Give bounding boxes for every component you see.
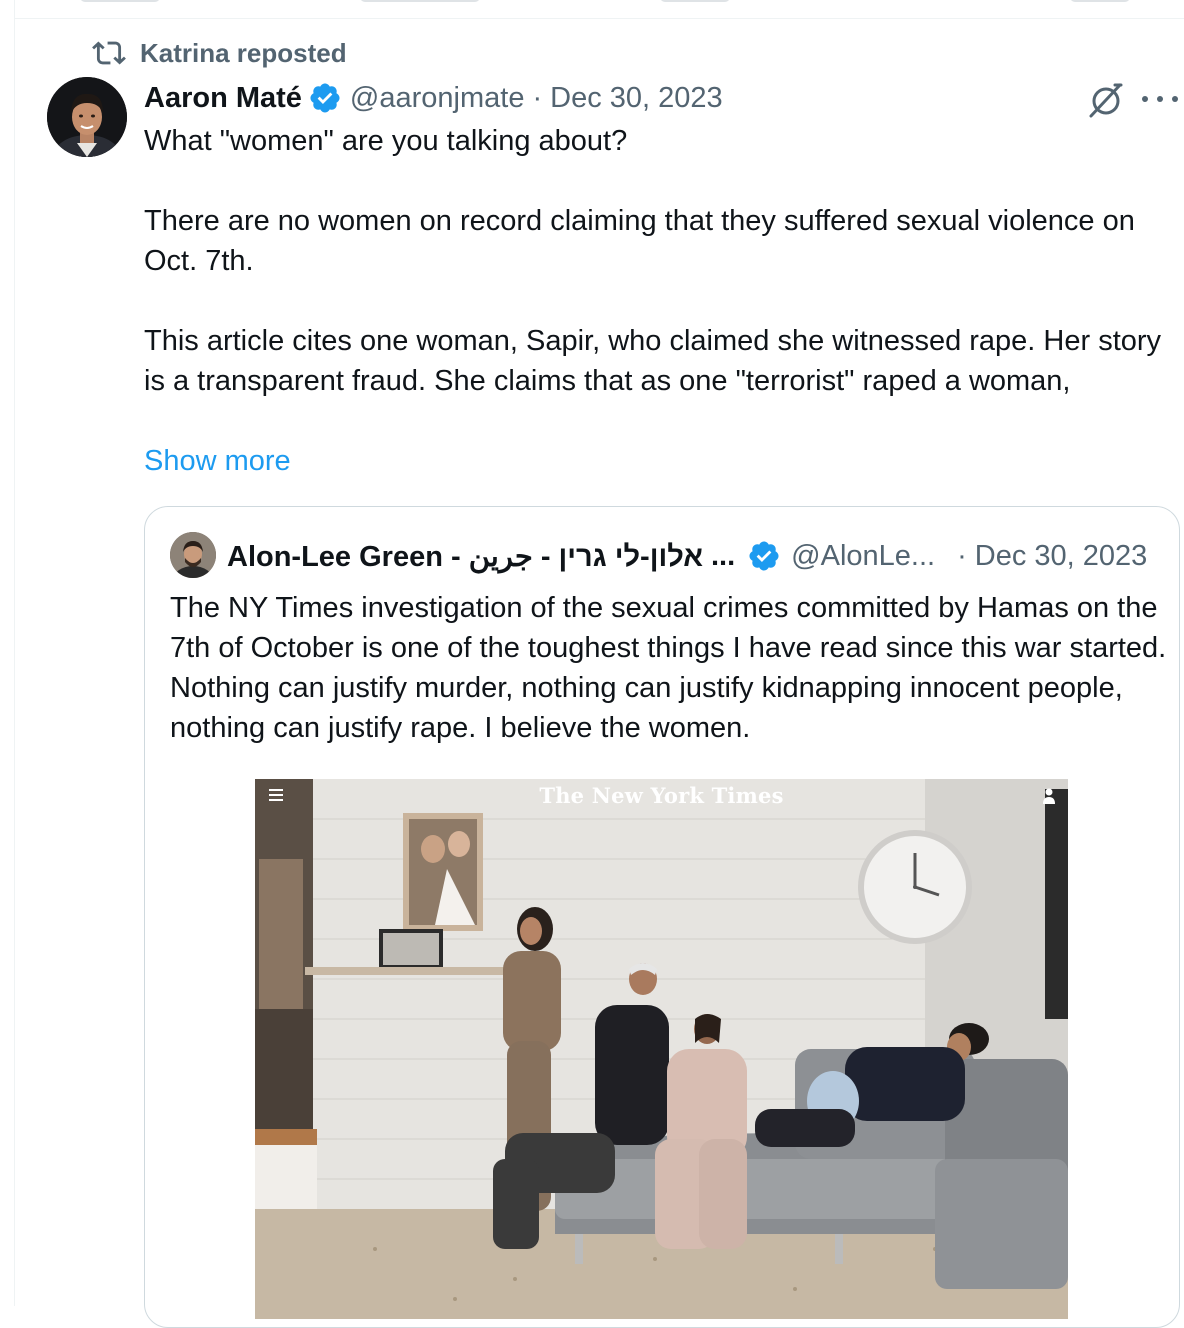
tweet-body: What "women" are you talking about? Ther… <box>144 121 1174 401</box>
quoted-tweet-body: The NY Times investigation of the sexual… <box>170 592 1167 744</box>
nyt-photo-illustration <box>255 779 1068 1319</box>
header-separator: · <box>532 81 543 114</box>
repost-label: Katrina reposted <box>140 37 347 68</box>
timeline-left-border <box>14 0 15 1306</box>
tweet-paragraph: What "women" are you talking about? <box>144 125 628 157</box>
tweet-paragraph: There are no women on record claiming th… <box>144 205 1135 277</box>
previous-tweet-remnant <box>60 0 1184 6</box>
more-options-icon[interactable] <box>1142 84 1178 114</box>
author-handle[interactable]: @aaronjmate <box>350 82 525 115</box>
verified-badge-icon[interactable] <box>747 539 781 573</box>
author-avatar[interactable] <box>47 77 127 157</box>
quoted-author-handle[interactable]: @AlonLe... <box>791 540 935 573</box>
quoted-name-ellipsis: ... <box>710 539 736 572</box>
user-icon <box>1043 788 1055 804</box>
quoted-header-separator: · <box>957 539 967 572</box>
quoted-tweet-card[interactable]: Alon-Lee Green - אלון-לי גרין - جرين ...… <box>144 506 1180 1328</box>
tweet-divider <box>14 18 1184 19</box>
repost-icon <box>92 41 126 65</box>
quoted-author-avatar-image <box>170 532 216 578</box>
tweet-paragraph: This article cites one woman, Sapir, who… <box>144 325 1162 397</box>
show-more-link[interactable]: Show more <box>144 441 291 481</box>
author-avatar-image <box>47 77 127 157</box>
author-name[interactable]: Aaron Maté <box>144 82 302 115</box>
tweet-header: Aaron Maté @aaronjmate · Dec 30, 2023 <box>144 78 723 118</box>
nyt-masthead: The New York Times <box>539 783 784 808</box>
quoted-tweet-header: Alon-Lee Green - אלון-לי גרין - جرين ...… <box>227 535 1167 577</box>
tweet-date[interactable]: Dec 30, 2023 <box>550 82 723 115</box>
verified-badge-icon[interactable] <box>308 81 342 115</box>
quoted-author-avatar[interactable] <box>170 532 216 578</box>
grok-icon[interactable] <box>1086 80 1126 120</box>
repost-indicator[interactable]: Katrina reposted <box>92 36 347 70</box>
quoted-tweet-image[interactable]: The New York Times <box>255 779 1068 1319</box>
quoted-author-name[interactable]: Alon-Lee Green - אלון-לי גרין - جرين <box>227 539 703 574</box>
quoted-tweet-date[interactable]: Dec 30, 2023 <box>975 540 1148 573</box>
